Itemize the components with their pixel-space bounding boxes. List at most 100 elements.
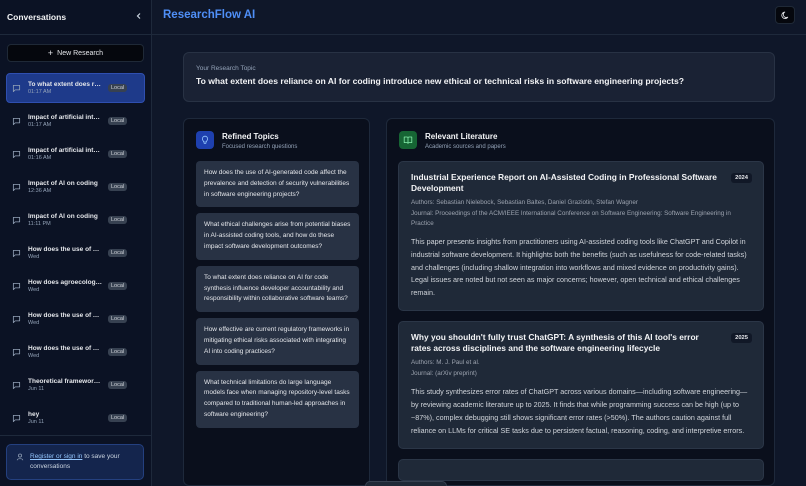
refined-topic-item[interactable]: How effective are current regulatory fra…	[196, 318, 359, 365]
topic-label: Your Research Topic	[196, 65, 256, 72]
conversation-time: Wed	[28, 287, 40, 293]
refined-topic-item[interactable]: What ethical challenges arise from poten…	[196, 213, 359, 260]
refined-topic-item[interactable]: What technical limitations do large lang…	[196, 370, 359, 428]
chat-icon	[12, 84, 21, 92]
paper-card[interactable]: Why you shouldn't fully trust ChatGPT: A…	[398, 320, 764, 449]
book-icon	[399, 131, 417, 149]
conversation-title: How does the use of AI-generated code af…	[28, 246, 103, 253]
relevant-literature-panel: Relevant Literature Academic sources and…	[386, 118, 775, 486]
refined-topics-subtitle: Focused research questions	[222, 144, 298, 150]
new-research-button[interactable]: + New Research	[7, 44, 144, 62]
paper-journal: Journal: (arXiv preprint)	[411, 369, 477, 377]
collapse-sidebar-icon[interactable]	[135, 12, 143, 22]
conversation-time: Wed	[28, 320, 40, 326]
conversation-item[interactable]: How does the use of AI in education affe…	[6, 337, 145, 367]
conversation-item[interactable]: Impact of artificial intelligence on cod…	[6, 139, 145, 169]
paper-abstract: This paper presents insights from practi…	[411, 237, 747, 298]
local-badge: Local	[108, 249, 128, 257]
chat-icon	[12, 381, 21, 389]
conversation-title: Impact of AI on coding	[28, 180, 98, 187]
conversation-title: hey	[28, 411, 40, 418]
local-badge: Local	[108, 84, 128, 92]
new-research-label: New Research	[57, 49, 104, 57]
research-topic-card: Your Research Topic To what extent does …	[183, 52, 775, 102]
conversation-item[interactable]: How does agroecology influence sustainab…	[6, 271, 145, 301]
conversation-item[interactable]: Impact of artificial intelligence on sof…	[6, 106, 145, 136]
local-badge: Local	[108, 150, 128, 158]
conversation-time: Jun 11	[28, 386, 45, 392]
paper-card[interactable]	[398, 458, 764, 481]
conversation-item[interactable]: Theoretical framework for researchJun 11…	[6, 370, 145, 400]
conversation-time: 01:16 AM	[28, 155, 52, 161]
app-brand: ResearchFlow AI	[163, 9, 256, 21]
conversation-item[interactable]: How does the use of AI-generated code af…	[6, 238, 145, 268]
local-badge: Local	[108, 348, 128, 356]
signin-text: Register or sign in to save your convers…	[30, 452, 137, 471]
local-badge: Local	[108, 282, 128, 290]
conversation-title: How does the use of AI tools affect deve…	[28, 312, 103, 319]
literature-header: Relevant Literature Academic sources and…	[387, 119, 774, 161]
sidebar: Conversations + New Research To what ext…	[0, 0, 152, 486]
conversation-title: Impact of artificial intelligence on sof…	[28, 114, 103, 121]
paper-journal: Journal: Proceedings of the ACM/IEEE Int…	[411, 210, 731, 227]
refined-topic-item[interactable]: How does the use of AI-generated code af…	[196, 161, 359, 208]
conversation-title: Impact of AI on coding	[28, 213, 98, 220]
conversation-time: 01:17 AM	[28, 122, 52, 128]
paper-abstract: This study synthesizes error rates of Ch…	[411, 387, 748, 435]
conversation-item[interactable]: How does the use of AI tools affect deve…	[6, 304, 145, 334]
chat-icon	[12, 216, 21, 224]
moon-icon	[780, 11, 788, 19]
paper-year-badge: 2024	[731, 173, 752, 183]
conversation-item[interactable]: Impact of AI on coding 12:36 AM Local	[6, 172, 145, 202]
refined-topics-list: How does the use of AI-generated code af…	[196, 161, 359, 434]
literature-list: Industrial Experience Report on AI-Assis…	[398, 161, 764, 485]
conversation-title: How does agroecology influence sustainab…	[28, 279, 103, 286]
chat-icon	[12, 315, 21, 323]
sidebar-header: Conversations	[0, 0, 151, 35]
paper-title: Why you shouldn't fully trust ChatGPT: A…	[411, 331, 699, 353]
local-badge: Local	[108, 216, 128, 224]
conversation-time: 01:17 AM	[28, 89, 52, 95]
conversation-list: To what extent does reliance on AI for c…	[6, 73, 145, 436]
theme-toggle-button[interactable]	[775, 6, 795, 24]
conversation-title: To what extent does reliance on AI for c…	[28, 81, 103, 88]
chat-icon	[12, 282, 21, 290]
chat-icon	[12, 249, 21, 257]
conversation-time: 12:36 AM	[28, 188, 52, 194]
local-badge: Local	[108, 315, 128, 323]
local-badge: Local	[108, 381, 128, 389]
conversation-time: 11:11 PM	[28, 221, 51, 227]
conversation-title: Impact of artificial intelligence on cod…	[28, 147, 103, 154]
chat-icon	[12, 117, 21, 125]
sidebar-divider	[0, 435, 152, 436]
conversation-time: Wed	[28, 353, 40, 359]
conversation-time: Jun 11	[28, 419, 45, 425]
chat-icon	[12, 348, 21, 356]
signin-prompt: Register or sign in to save your convers…	[6, 444, 144, 480]
paper-title: Industrial Experience Report on AI-Assis…	[411, 172, 717, 193]
chat-icon	[12, 414, 21, 422]
paper-authors: Authors: M. J. Paul et al.	[411, 358, 480, 366]
local-badge: Local	[108, 117, 128, 125]
refined-topic-item[interactable]: To what extent does reliance on AI for c…	[196, 265, 359, 313]
floating-toolbar[interactable]	[365, 481, 447, 486]
conversation-title: Theoretical framework for research	[28, 378, 103, 385]
local-badge: Local	[108, 183, 128, 191]
paper-year-badge: 2025	[731, 332, 752, 343]
refined-topics-title: Refined Topics	[222, 132, 279, 141]
conversation-item[interactable]: To what extent does reliance on AI for c…	[6, 73, 145, 103]
refined-topics-header: Refined Topics Focused research question…	[184, 119, 369, 161]
conversation-item[interactable]: Impact of AI on coding 11:11 PM Local	[6, 205, 145, 235]
chat-icon	[12, 150, 21, 158]
chat-icon	[12, 183, 21, 191]
local-badge: Local	[108, 414, 128, 422]
literature-subtitle: Academic sources and papers	[425, 144, 506, 150]
conversation-title: How does the use of AI in education affe…	[28, 345, 103, 352]
sidebar-title: Conversations	[7, 12, 67, 22]
conversation-item[interactable]: hey Jun 11 Local	[6, 403, 145, 433]
refined-topics-panel: Refined Topics Focused research question…	[183, 118, 370, 486]
conversation-time: Wed	[28, 254, 40, 260]
literature-title: Relevant Literature	[425, 132, 498, 141]
paper-card[interactable]: Industrial Experience Report on AI-Assis…	[398, 161, 764, 311]
register-signin-link[interactable]: Register or sign in	[30, 453, 82, 460]
